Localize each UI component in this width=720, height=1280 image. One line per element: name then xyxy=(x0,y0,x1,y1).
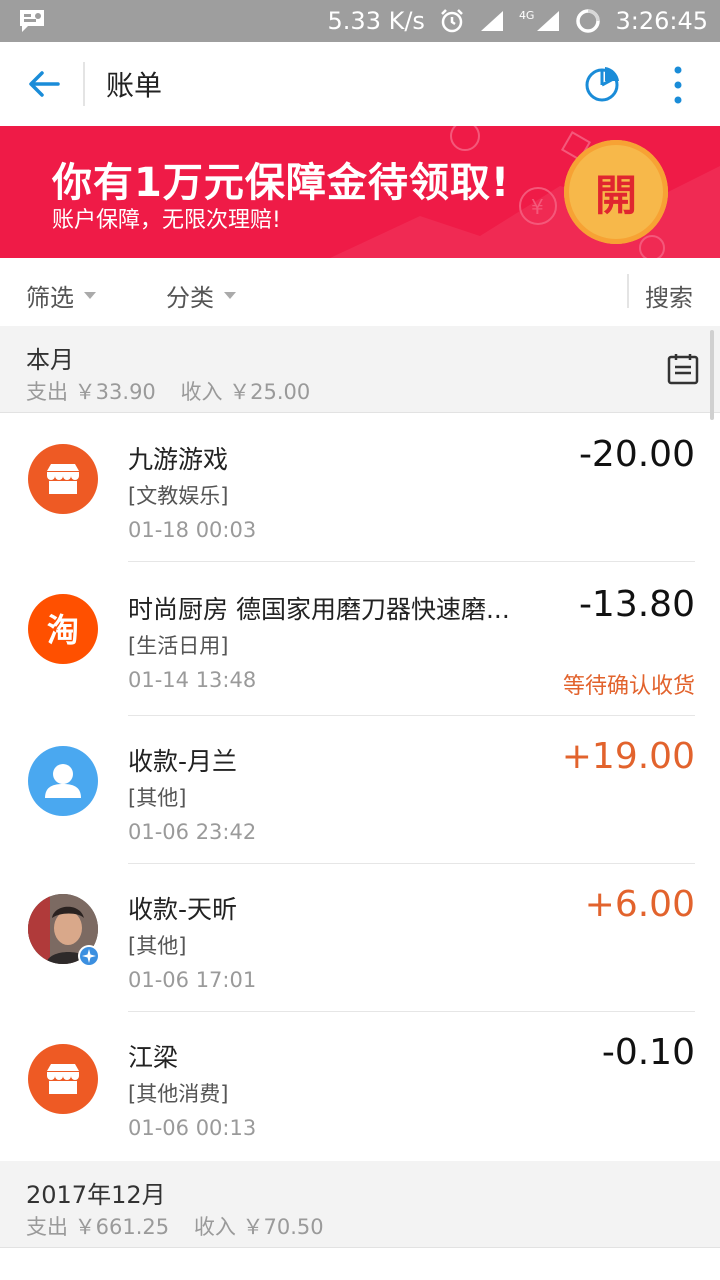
transaction-row[interactable]: 收款-月兰 [其他] 01-06 23:42 +19.00 xyxy=(0,716,720,864)
filter-label: 筛选 xyxy=(26,284,74,312)
transaction-time: 01-18 00:03 xyxy=(128,518,257,542)
calendar-icon[interactable] xyxy=(666,352,700,386)
transaction-time: 01-06 17:01 xyxy=(128,968,257,992)
transaction-row[interactable]: 九游游戏 [文教娱乐] 01-18 00:03 -20.00 xyxy=(0,412,720,562)
month-section-header: 本月 支出 ￥33.90 收入 ￥25.00 xyxy=(0,326,720,413)
banner-subtitle: 账户保障，无限次理赔! xyxy=(52,208,281,233)
transaction-time: 01-14 13:48 xyxy=(128,668,257,692)
app-bar: 账单 xyxy=(0,42,720,126)
store-icon xyxy=(28,1044,98,1114)
network-speed: 5.33 K/s xyxy=(327,7,425,35)
transaction-time: 01-06 23:42 xyxy=(128,820,257,844)
clock: 3:26:45 xyxy=(615,7,708,35)
caret-down-icon xyxy=(84,292,96,299)
status-bar: 5.33 K/s 4G 3:26:45 xyxy=(0,0,720,42)
alarm-icon xyxy=(441,9,463,33)
promo-banner[interactable]: ¥ 你有1万元保障金待领取! 账户保障，无限次理赔! 開 xyxy=(0,126,720,258)
order-status: 等待确认收货 xyxy=(562,674,695,699)
svg-text:¥: ¥ xyxy=(531,195,544,219)
signal-icon xyxy=(480,11,503,31)
scrollbar[interactable] xyxy=(710,330,714,420)
month-label: 本月 xyxy=(26,346,74,374)
transaction-amount: -0.10 xyxy=(601,1032,695,1073)
transaction-name: 时尚厨房 德国家用磨刀器快速磨... xyxy=(128,595,510,624)
transaction-amount: -13.80 xyxy=(578,584,695,625)
month-label: 2017年12月 xyxy=(26,1181,166,1209)
transaction-amount: +6.00 xyxy=(584,884,695,925)
search-button[interactable]: 搜索 xyxy=(645,278,693,313)
transaction-name: 九游游戏 xyxy=(128,445,229,474)
signal-4g-icon xyxy=(537,11,560,31)
transaction-category: [生活日用] xyxy=(128,634,229,658)
category-label: 分类 xyxy=(166,284,214,312)
transaction-amount: +19.00 xyxy=(561,736,695,777)
notification-icon xyxy=(20,10,44,32)
title-divider xyxy=(83,62,85,106)
store-icon xyxy=(28,444,98,514)
transaction-name: 收款-天昕 xyxy=(128,895,238,924)
svg-text:淘: 淘 xyxy=(47,611,79,649)
month-section-header: 2017年12月 支出 ￥661.25 收入 ￥70.50 xyxy=(0,1161,720,1248)
expense-total: 支出 ￥661.25 xyxy=(26,1215,170,1239)
transaction-category: [其他消费] xyxy=(128,1082,229,1106)
more-options-icon[interactable] xyxy=(660,62,696,108)
network-type: 4G xyxy=(518,9,535,22)
transaction-category: [其他] xyxy=(128,934,187,958)
transaction-category: [文教娱乐] xyxy=(128,484,229,508)
verified-badge-icon xyxy=(78,945,100,967)
search-label: 搜索 xyxy=(645,284,693,312)
transaction-name: 收款-月兰 xyxy=(128,747,238,776)
transaction-time: 01-06 00:13 xyxy=(128,1116,257,1140)
income-total: 收入 ￥70.50 xyxy=(193,1215,324,1239)
banner-headline: 你有1万元保障金待领取! xyxy=(52,160,511,206)
page-title: 账单 xyxy=(106,69,163,102)
income-total: 收入 ￥25.00 xyxy=(180,380,311,404)
open-button[interactable]: 開 xyxy=(564,140,668,244)
month-summary: 支出 ￥33.90 收入 ￥25.00 xyxy=(26,376,328,406)
person-icon xyxy=(28,746,98,816)
filter-bar: 筛选 分类 搜索 xyxy=(0,258,720,327)
month-summary: 支出 ￥661.25 收入 ￥70.50 xyxy=(26,1211,342,1241)
transaction-row[interactable]: 收款-天昕 [其他] 01-06 17:01 +6.00 xyxy=(0,864,720,1012)
back-arrow-icon[interactable] xyxy=(24,64,64,104)
pie-chart-icon[interactable] xyxy=(582,64,622,104)
mobile-signal: 4G xyxy=(519,9,562,33)
transaction-category: [其他] xyxy=(128,786,187,810)
transaction-row[interactable]: 淘 时尚厨房 德国家用磨刀器快速磨... [生活日用] 01-14 13:48 … xyxy=(0,562,720,716)
filter-divider xyxy=(627,274,629,308)
caret-down-icon xyxy=(224,292,236,299)
transaction-row[interactable]: 江梁 [其他消费] 01-06 00:13 -0.10 xyxy=(0,1012,720,1160)
battery-icon xyxy=(576,9,601,33)
category-dropdown[interactable]: 分类 xyxy=(166,278,236,313)
transaction-amount: -20.00 xyxy=(578,434,695,475)
taobao-icon: 淘 xyxy=(28,594,98,664)
expense-total: 支出 ￥33.90 xyxy=(26,380,156,404)
filter-dropdown[interactable]: 筛选 xyxy=(26,278,96,313)
transaction-name: 江梁 xyxy=(128,1043,179,1072)
